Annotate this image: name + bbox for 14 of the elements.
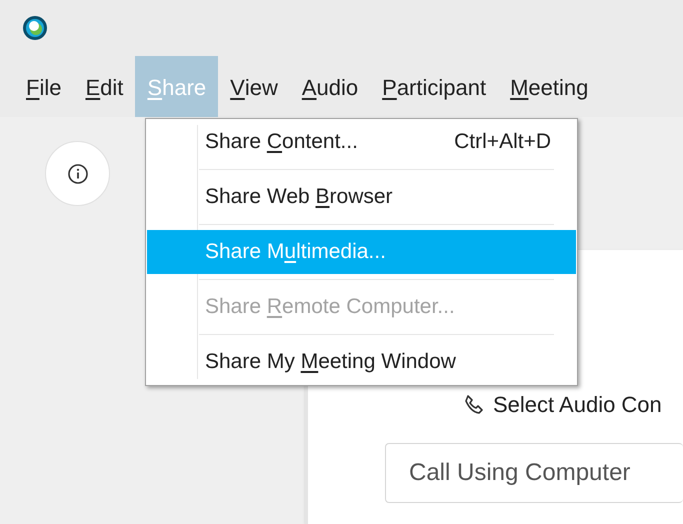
menu-bar-item[interactable]: View [218, 56, 290, 117]
phone-icon [465, 395, 483, 414]
menu-bar-item[interactable]: File [14, 56, 74, 117]
menu-item[interactable]: Share Content... Ctrl+Alt+D [147, 120, 576, 164]
menu-bar-item[interactable]: Participant [370, 56, 498, 117]
app-logo-icon [22, 15, 48, 41]
menu-bar-item[interactable]: Meeting [498, 56, 600, 117]
menu-item[interactable]: Share Web Browser [147, 175, 576, 219]
menu-bar-item[interactable]: Audio [290, 56, 370, 117]
info-icon [66, 162, 88, 184]
call-using-computer-button[interactable]: Call Using Computer [385, 443, 683, 503]
menu-item[interactable]: Share My Meeting Window [147, 340, 576, 384]
audio-heading: Select Audio Con [493, 391, 662, 419]
menu-bar-item[interactable]: Edit [73, 56, 136, 117]
